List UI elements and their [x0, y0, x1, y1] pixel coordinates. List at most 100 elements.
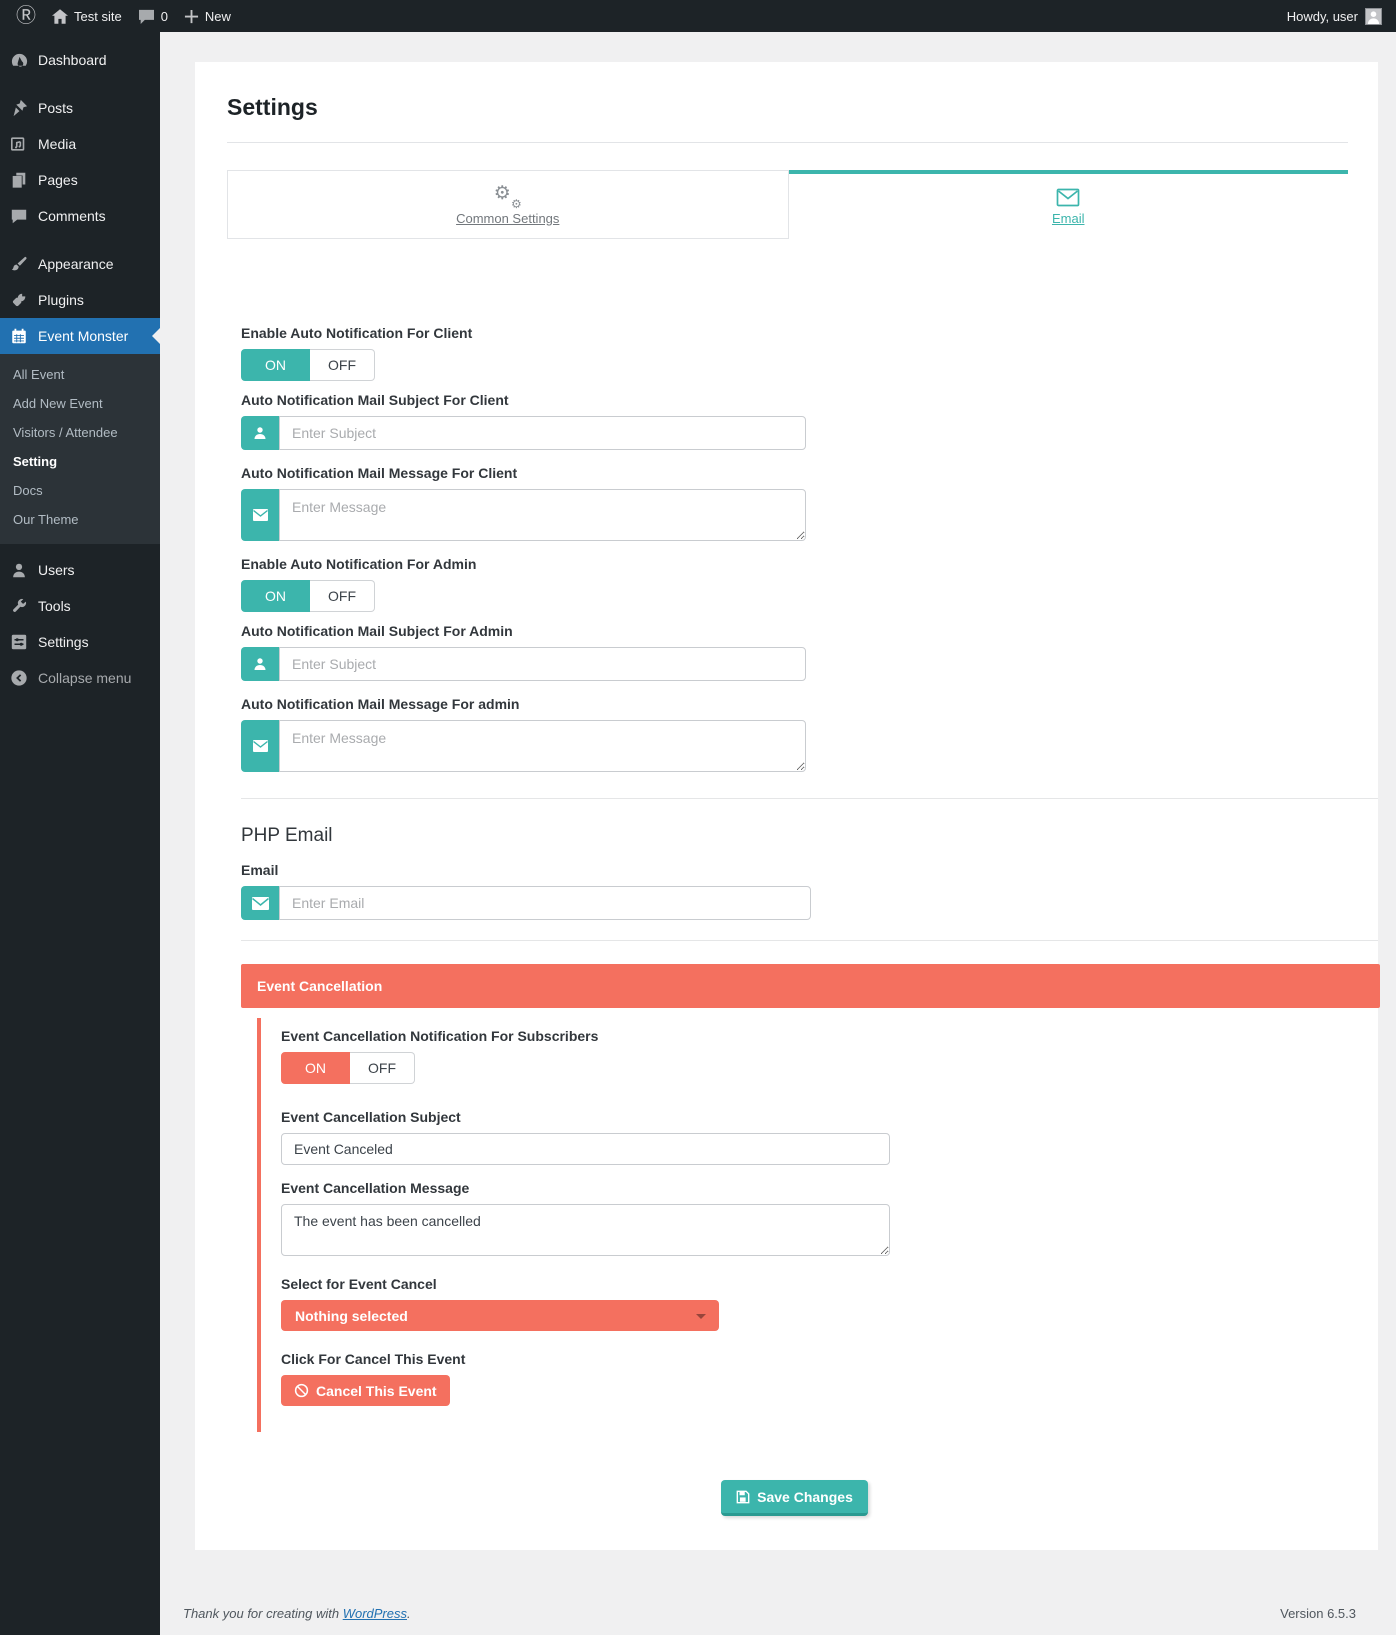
person-icon — [241, 647, 279, 681]
submenu-item-all-event[interactable]: All Event — [0, 360, 160, 389]
comments-admin-bar[interactable]: 0 — [130, 0, 176, 32]
php-email-heading: PHP Email — [241, 825, 333, 846]
comment-bubble-icon — [138, 9, 155, 24]
admin-message-textarea[interactable] — [279, 720, 806, 772]
howdy-user-label[interactable]: Howdy, user — [1287, 9, 1358, 24]
comments-count: 0 — [160, 8, 168, 24]
calendar-icon — [9, 326, 29, 346]
event-cancel-select[interactable]: Nothing selected — [281, 1300, 719, 1331]
new-label: New — [204, 8, 231, 24]
submenu-item-visitors-attendee[interactable]: Visitors / Attendee — [0, 418, 160, 447]
plus-icon — [184, 9, 199, 24]
submenu-item-docs[interactable]: Docs — [0, 476, 160, 505]
sidebar-label: Plugins — [38, 292, 84, 308]
sidebar-label: Appearance — [38, 256, 114, 272]
tools-icon — [9, 596, 29, 616]
save-icon — [736, 1490, 750, 1504]
comment-icon — [9, 206, 29, 226]
sidebar-item-posts[interactable]: Posts — [0, 90, 160, 126]
sidebar-item-users[interactable]: Users — [0, 552, 160, 588]
sidebar-label: Dashboard — [38, 52, 107, 68]
cancellation-notification-label: Event Cancellation Notification For Subs… — [281, 1028, 599, 1044]
admin-message-group — [241, 720, 806, 772]
enable-client-label: Enable Auto Notification For Client — [241, 325, 473, 341]
submenu-item-add-new-event[interactable]: Add New Event — [0, 389, 160, 418]
client-message-textarea[interactable] — [279, 489, 806, 541]
user-avatar[interactable] — [1365, 7, 1382, 25]
client-subject-label: Auto Notification Mail Subject For Clien… — [241, 392, 509, 408]
admin-message-label: Auto Notification Mail Message For admin — [241, 696, 520, 712]
sidebar-label: Pages — [38, 172, 78, 188]
title-divider — [227, 142, 1348, 143]
tab-label: Common Settings — [456, 210, 560, 226]
php-email-label: Email — [241, 862, 279, 878]
email-settings-form: Enable Auto Notification For Client ON O… — [241, 325, 1380, 1516]
client-message-label: Auto Notification Mail Message For Clien… — [241, 465, 518, 481]
ban-icon — [294, 1383, 309, 1398]
person-icon — [241, 416, 279, 450]
sidebar-item-plugins[interactable]: Plugins — [0, 282, 160, 318]
sidebar-label: Settings — [38, 634, 89, 650]
wordpress-link[interactable]: WordPress — [343, 1606, 407, 1621]
toggle-off-button[interactable]: OFF — [310, 349, 375, 381]
sidebar-item-dashboard[interactable]: Dashboard — [0, 42, 160, 78]
php-email-group — [241, 886, 811, 920]
site-name-label: Test site — [74, 8, 122, 24]
envelope-icon — [241, 886, 279, 920]
sidebar-label: Comments — [38, 208, 106, 224]
appearance-icon — [9, 254, 29, 274]
submenu-item-our-theme[interactable]: Our Theme — [0, 505, 160, 534]
sidebar-item-event-monster[interactable]: Event Monster — [0, 318, 160, 354]
tab-label: Email — [1051, 211, 1085, 226]
sidebar-item-tools[interactable]: Tools — [0, 588, 160, 624]
client-message-group — [241, 489, 806, 541]
toggle-off-button[interactable]: OFF — [310, 580, 375, 612]
admin-subject-input[interactable] — [279, 647, 806, 681]
client-subject-input[interactable] — [279, 416, 806, 450]
php-email-input[interactable] — [279, 886, 811, 920]
sidebar-item-comments[interactable]: Comments — [0, 198, 160, 234]
envelope-icon — [241, 489, 279, 541]
select-value: Nothing selected — [295, 1307, 408, 1324]
cancellation-message-textarea[interactable]: The event has been cancelled — [281, 1204, 890, 1256]
sidebar-item-collapse-menu[interactable]: Collapse menu — [0, 660, 160, 696]
event-monster-submenu: All Event Add New Event Visitors / Atten… — [0, 354, 160, 544]
envelope-icon — [1056, 187, 1080, 208]
submenu-item-setting[interactable]: Setting — [0, 447, 160, 476]
site-name-link[interactable]: Test site — [44, 0, 130, 32]
cancel-this-event-button[interactable]: Cancel This Event — [281, 1375, 450, 1406]
sidebar-label: Posts — [38, 100, 74, 116]
cancellation-subject-input[interactable] — [281, 1133, 890, 1165]
dashboard-icon — [9, 50, 29, 70]
thanks-period: . — [407, 1606, 411, 1621]
toggle-on-button[interactable]: ON — [281, 1052, 350, 1084]
save-changes-button[interactable]: Save Changes — [721, 1480, 868, 1516]
users-icon — [9, 560, 29, 580]
section-divider — [241, 940, 1378, 941]
sidebar-item-media[interactable]: Media — [0, 126, 160, 162]
toggle-on-button[interactable]: ON — [241, 349, 310, 381]
client-subject-group — [241, 416, 806, 450]
media-icon — [9, 134, 29, 154]
sidebar-item-pages[interactable]: Pages — [0, 162, 160, 198]
toggle-off-button[interactable]: OFF — [350, 1052, 415, 1084]
sidebar-label: Users — [38, 562, 75, 578]
section-divider — [241, 798, 1378, 799]
sidebar-label: Media — [38, 136, 77, 152]
admin-subject-group — [241, 647, 806, 681]
cancellation-message-label: Event Cancellation Message — [281, 1180, 470, 1196]
toggle-on-button[interactable]: ON — [241, 580, 310, 612]
envelope-icon — [241, 720, 279, 772]
sidebar-item-settings[interactable]: Settings — [0, 624, 160, 660]
version-label: Version 6.5.3 — [1280, 1606, 1356, 1621]
wordpress-logo-menu[interactable]: Ⓡ — [8, 0, 44, 32]
enable-admin-label: Enable Auto Notification For Admin — [241, 556, 477, 572]
tab-email[interactable]: Email — [788, 170, 1348, 239]
new-content-menu[interactable]: New — [176, 0, 239, 32]
tab-common-settings[interactable]: ⚙ ⚙ Common Settings — [227, 170, 789, 239]
pages-icon — [9, 170, 29, 190]
collapse-icon — [9, 668, 29, 688]
sidebar-item-appearance[interactable]: Appearance — [0, 246, 160, 282]
event-cancellation-header: Event Cancellation — [241, 964, 1380, 1008]
admin-bar: Ⓡ Test site 0 New Howdy, user — [0, 0, 1396, 32]
